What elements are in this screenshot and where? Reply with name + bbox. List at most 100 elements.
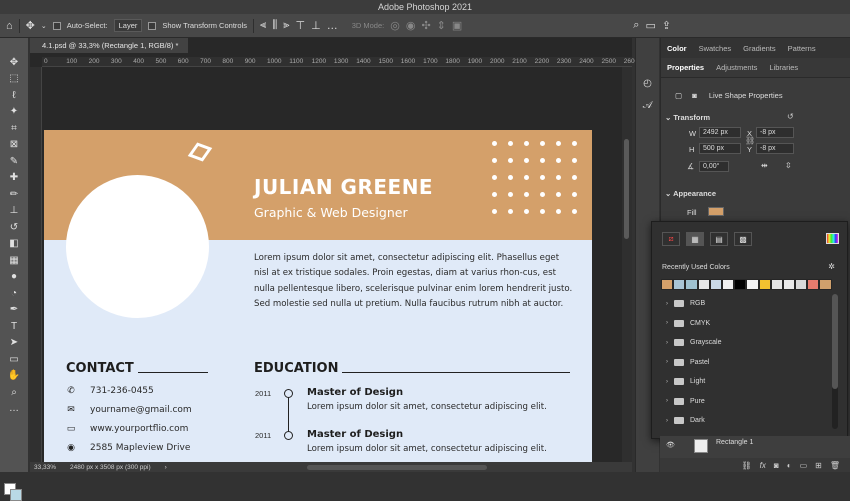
y-field[interactable]: -8 px <box>756 143 794 154</box>
height-field[interactable]: 500 px <box>699 143 741 154</box>
3d-camera-icon[interactable]: ▣ <box>452 19 462 32</box>
resume-canvas[interactable]: JULIAN GREENE Graphic & Web Designer Lor… <box>44 130 592 464</box>
recent-color-swatch[interactable] <box>697 279 710 290</box>
auto-select-checkbox[interactable] <box>52 21 61 30</box>
gradient-tool-icon[interactable]: ▦ <box>0 252 28 269</box>
zoom-tool-icon[interactable]: ⌕ <box>0 384 28 401</box>
eraser-tool-icon[interactable]: ◧ <box>0 236 28 253</box>
recent-color-swatch[interactable] <box>721 279 735 290</box>
home-icon[interactable]: ⌂ <box>6 20 13 32</box>
align-left-icon[interactable]: ⫷ <box>260 19 266 32</box>
trash-icon[interactable]: 🗑 <box>830 461 840 470</box>
align-top-icon[interactable]: ⊤ <box>296 19 306 32</box>
align-right-icon[interactable]: ⫸ <box>283 19 289 32</box>
rectangle-tool-icon[interactable]: ▭ <box>0 351 28 368</box>
eye-icon[interactable]: 👁 <box>666 441 675 449</box>
fill-swatch[interactable] <box>708 207 724 216</box>
lasso-tool-icon[interactable]: ℓ <box>0 87 28 104</box>
chevron-right-icon[interactable]: › <box>666 398 668 404</box>
type-tool-icon[interactable]: T <box>0 318 28 335</box>
chevron-right-icon[interactable]: › <box>666 320 668 326</box>
stamp-tool-icon[interactable]: ⊥ <box>0 203 28 220</box>
tab-color[interactable]: Color <box>667 44 687 53</box>
chevron-right-icon[interactable]: › <box>666 359 668 365</box>
more-options-icon[interactable]: … <box>327 20 338 32</box>
swatch-folder[interactable]: › Dark <box>660 411 832 431</box>
recent-color-swatch[interactable] <box>770 279 783 290</box>
path-select-icon[interactable]: ➤ <box>0 335 28 352</box>
recent-color-swatch[interactable] <box>758 279 771 290</box>
tab-swatches[interactable]: Swatches <box>699 44 732 53</box>
dodge-tool-icon[interactable]: ◔ <box>0 285 28 302</box>
reset-icon[interactable]: ↺ <box>787 112 794 121</box>
new-layer-icon[interactable]: ⊞ <box>815 461 822 470</box>
share-icon[interactable]: ⇪ <box>662 19 671 32</box>
align-middle-icon[interactable]: ⊥ <box>311 19 321 32</box>
flip-vertical-icon[interactable]: ⇳ <box>785 161 792 170</box>
search-icon[interactable]: ⌕ <box>633 19 639 32</box>
tab-gradients[interactable]: Gradients <box>743 44 776 53</box>
align-center-icon[interactable]: ⫼ <box>272 19 277 32</box>
document-tab[interactable]: 4.1.psd @ 33,3% (Rectangle 1, RGB/8) * <box>30 38 189 53</box>
angle-field[interactable]: 0,00° <box>699 161 729 172</box>
recent-color-swatch[interactable] <box>795 279 808 290</box>
chevron-right-icon[interactable]: › <box>666 418 668 424</box>
new-group-icon[interactable]: ▭ <box>800 461 808 470</box>
recent-color-swatch[interactable] <box>819 279 832 290</box>
fx-icon[interactable]: fx <box>760 461 766 470</box>
pen-tool-icon[interactable]: ✒ <box>0 302 28 319</box>
foreground-background-colors[interactable] <box>4 483 22 501</box>
flip-horizontal-icon[interactable]: ⇹ <box>761 161 768 170</box>
more-tools-icon[interactable]: … <box>0 401 28 418</box>
color-picker-icon[interactable] <box>826 233 839 244</box>
magic-wand-icon[interactable]: ✦ <box>0 104 28 121</box>
recent-color-swatch[interactable] <box>661 279 674 290</box>
solid-color-icon[interactable]: ▦ <box>686 232 704 246</box>
swatch-folder[interactable]: › CMYK <box>660 314 832 334</box>
horizontal-scrollbar[interactable] <box>306 464 487 470</box>
layer-row[interactable]: 👁 Rectangle 1 <box>660 436 850 458</box>
healing-brush-icon[interactable]: ✚ <box>0 170 28 187</box>
chevron-right-icon[interactable]: › <box>666 379 668 385</box>
swatch-folder[interactable]: › Pure <box>660 392 832 412</box>
recent-color-swatch[interactable] <box>807 279 820 290</box>
history-brush-icon[interactable]: ↺ <box>0 219 28 236</box>
vertical-scrollbar[interactable] <box>622 67 632 462</box>
auto-select-dropdown[interactable]: Layer <box>113 19 143 32</box>
chevron-right-icon[interactable]: › <box>165 464 167 471</box>
3d-pan-icon[interactable]: ✣ <box>421 19 430 32</box>
tab-properties[interactable]: Properties <box>667 63 704 72</box>
zoom-level[interactable]: 33,33% <box>34 464 56 471</box>
swatch-folder[interactable]: › Light <box>660 372 832 392</box>
gradient-icon[interactable]: ▤ <box>710 232 728 246</box>
adjustment-icon[interactable]: ◐ <box>787 461 792 470</box>
tab-libraries[interactable]: Libraries <box>769 63 798 72</box>
workspace-icon[interactable]: ▭ <box>645 19 655 32</box>
frame-tool-icon[interactable]: ⊠ <box>0 137 28 154</box>
transform-icon[interactable]: ▢ <box>675 91 682 100</box>
pattern-icon[interactable]: ▩ <box>734 232 752 246</box>
chevron-right-icon[interactable]: › <box>666 340 668 346</box>
3d-orbit-icon[interactable]: ◎ <box>390 19 400 32</box>
history-icon[interactable]: ◴ <box>636 72 659 94</box>
tab-patterns[interactable]: Patterns <box>788 44 816 53</box>
chevron-right-icon[interactable]: › <box>666 301 668 307</box>
marquee-tool-icon[interactable]: ⬚ <box>0 71 28 88</box>
blur-tool-icon[interactable]: ● <box>0 269 28 286</box>
recent-color-swatch[interactable] <box>734 279 747 290</box>
no-color-icon[interactable]: ⧄ <box>662 232 680 246</box>
recent-color-swatch[interactable] <box>782 279 796 290</box>
mask-icon[interactable]: ◙ <box>692 91 697 100</box>
chevron-down-icon[interactable]: ⌄ <box>41 22 47 30</box>
popup-scrollbar[interactable] <box>832 294 838 429</box>
appearance-heading[interactable]: ⌄ Appearance <box>665 189 716 198</box>
recent-color-swatch[interactable] <box>673 279 686 290</box>
swatch-folder[interactable]: › Pastel <box>660 353 832 373</box>
swatch-folder[interactable]: › Grayscale <box>660 333 832 353</box>
recent-color-swatch[interactable] <box>746 279 759 290</box>
width-field[interactable]: 2492 px <box>699 127 741 138</box>
recent-color-swatch[interactable] <box>685 279 698 290</box>
add-mask-icon[interactable]: ◙ <box>774 461 779 470</box>
link-layers-icon[interactable]: ⛓ <box>742 461 752 470</box>
recent-color-swatch[interactable] <box>709 279 722 290</box>
